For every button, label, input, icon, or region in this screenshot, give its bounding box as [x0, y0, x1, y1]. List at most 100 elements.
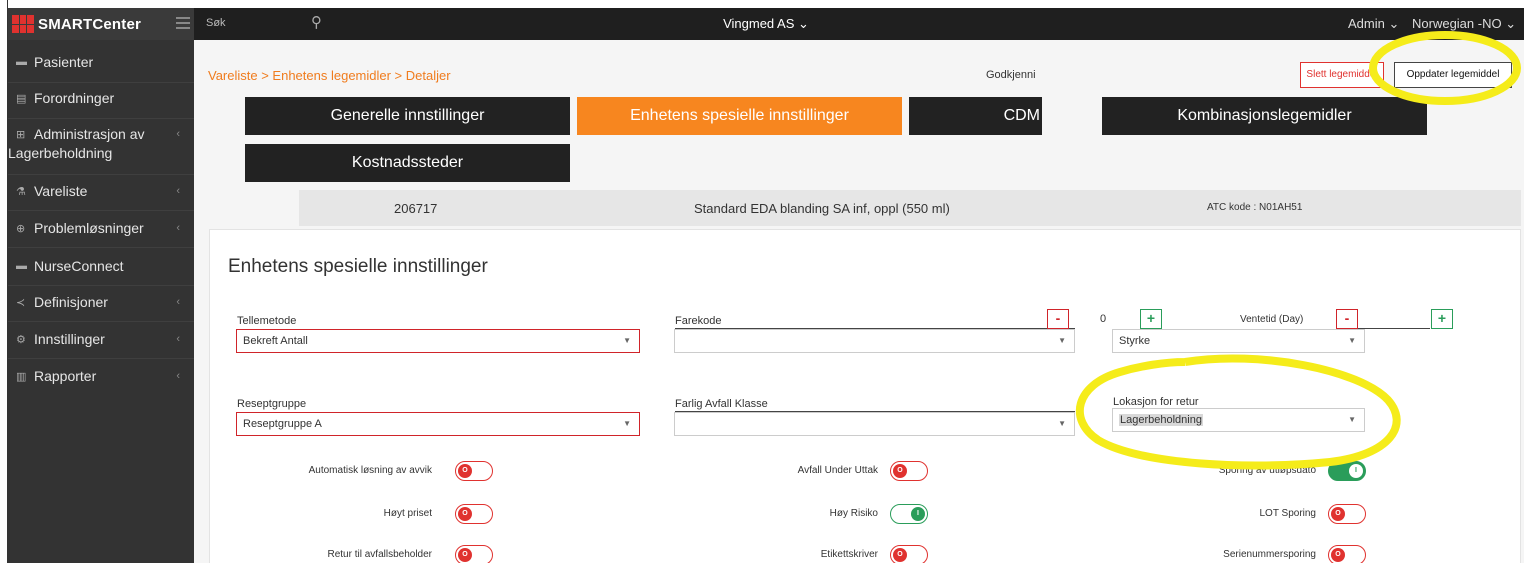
- stepper-plus-button[interactable]: +: [1140, 309, 1162, 329]
- atc-code: ATC kode : N01AH51: [1207, 202, 1303, 213]
- divider: [8, 358, 194, 359]
- sidebar-item-forordninger[interactable]: ▤ Forordninger: [8, 90, 194, 106]
- high-priced-toggle[interactable]: O: [455, 504, 493, 524]
- sidebar-item-problemlosninger[interactable]: ⊕ Problemløsninger ‹: [8, 220, 194, 236]
- sidebar-item-pasienter[interactable]: ▬ Pasienter: [8, 54, 194, 70]
- bar-chart-icon: ▥: [16, 371, 27, 383]
- left-edge: [0, 0, 8, 563]
- toggle-knob: O: [893, 464, 907, 478]
- ventetid-plus-button[interactable]: +: [1431, 309, 1453, 329]
- auto-deviation-toggle[interactable]: O: [455, 461, 493, 481]
- gear-icon: ⚙: [16, 334, 26, 346]
- divider: [8, 210, 194, 211]
- brand-logo-icon: [12, 15, 34, 33]
- toggle-label: Etikettskriver: [820, 549, 878, 560]
- label-printer-toggle[interactable]: O: [890, 545, 928, 563]
- sidebar-item-vareliste[interactable]: ⚗ Vareliste ‹: [8, 183, 194, 199]
- chevron-left-icon: ‹: [176, 333, 180, 345]
- tellemetode-label: Tellemetode: [237, 315, 297, 327]
- sidebar-item-rapporter[interactable]: ▥ Rapporter ‹: [8, 368, 194, 384]
- stepper-value[interactable]: 0: [1100, 313, 1106, 325]
- ventetid-minus-button[interactable]: -: [1336, 309, 1358, 329]
- sidebar: ▬ Pasienter ▤ Forordninger ⊞ Administras…: [8, 40, 194, 563]
- sidebar-item-nurseconnect[interactable]: ▬ NurseConnect: [8, 258, 194, 274]
- tab-cdm[interactable]: CDM: [909, 97, 1042, 135]
- lot-tracking-toggle[interactable]: O: [1328, 504, 1366, 524]
- lokasjon-select[interactable]: Lagerbeholdning ▼: [1112, 408, 1365, 432]
- patient-icon: ▬: [16, 56, 27, 68]
- chevron-left-icon: ‹: [176, 185, 180, 197]
- serial-tracking-toggle[interactable]: O: [1328, 545, 1366, 563]
- crosshair-icon: ⊕: [16, 223, 26, 235]
- document-icon: ▤: [16, 93, 27, 105]
- farekode-label: Farekode: [675, 315, 722, 327]
- sidebar-item-label: NurseConnect: [34, 258, 124, 274]
- farlig-avfall-select[interactable]: ▼: [674, 412, 1075, 436]
- hamburger-menu-icon[interactable]: [176, 17, 190, 29]
- farekode-select[interactable]: ▼: [674, 329, 1075, 353]
- sidebar-item-label: Definisjoner: [34, 294, 108, 310]
- chevron-left-icon: ‹: [176, 222, 180, 234]
- toggle-label: Høy Risiko: [829, 508, 878, 519]
- lokasjon-value: Lagerbeholdning: [1119, 414, 1203, 426]
- language-dropdown[interactable]: Norwegian -NO ⌄: [1412, 16, 1516, 32]
- sidebar-item-label: Administrasjon av: [34, 126, 145, 142]
- tellemetode-value: Bekreft Antall: [243, 335, 308, 347]
- update-medication-button[interactable]: Oppdater legemiddel: [1394, 62, 1512, 88]
- return-to-waste-toggle[interactable]: O: [455, 545, 493, 563]
- chevron-left-icon: ‹: [176, 370, 180, 382]
- stepper-minus-button[interactable]: -: [1047, 309, 1069, 329]
- tab-cost-centers[interactable]: Kostnadssteder: [245, 144, 570, 182]
- divider: [8, 118, 194, 119]
- high-risk-toggle[interactable]: I: [890, 504, 928, 524]
- approval-label: Godkjenni: [986, 69, 1036, 81]
- toggle-knob: O: [458, 507, 472, 521]
- breadcrumb[interactable]: Vareliste > Enhetens legemidler > Detalj…: [208, 68, 451, 83]
- toggle-label: Automatisk løsning av avvik: [308, 465, 432, 476]
- flask-icon: ⚗: [16, 186, 26, 198]
- caret-down-icon: ▼: [1058, 419, 1066, 428]
- brand[interactable]: SMARTCenter: [8, 8, 194, 40]
- divider: [8, 321, 194, 322]
- toggle-label: Sporing av utløpsdato: [1218, 465, 1316, 476]
- expiry-tracking-toggle[interactable]: I: [1328, 461, 1366, 481]
- styrke-select[interactable]: Styrke ▼: [1112, 329, 1365, 353]
- caret-down-icon: ▼: [623, 419, 631, 428]
- organization-dropdown[interactable]: Vingmed AS ⌄: [723, 16, 809, 31]
- lokasjon-label: Lokasjon for retur: [1113, 396, 1199, 408]
- toggle-label: Serienummersporing: [1223, 549, 1316, 560]
- search-icon[interactable]: ⚲: [311, 13, 322, 31]
- share-icon: ≺: [16, 297, 26, 309]
- toggle-label: Avfall Under Uttak: [797, 465, 878, 476]
- caret-down-icon: ▼: [1348, 336, 1356, 345]
- toggle-knob: O: [1331, 507, 1345, 521]
- reseptgruppe-label: Reseptgruppe: [237, 398, 307, 410]
- reseptgruppe-select[interactable]: Reseptgruppe A ▼: [236, 412, 640, 436]
- divider: [8, 174, 194, 175]
- toggle-knob: I: [1349, 464, 1363, 478]
- tab-general-settings[interactable]: Generelle innstillinger: [245, 97, 570, 135]
- divider: [8, 82, 194, 83]
- tab-unit-special-settings[interactable]: Enhetens spesielle innstillinger: [577, 97, 902, 135]
- delete-medication-button[interactable]: Slett legemiddel: [1300, 62, 1384, 88]
- caret-down-icon: ▼: [623, 336, 631, 345]
- sidebar-item-label: Innstillinger: [34, 331, 105, 347]
- chevron-left-icon: ‹: [176, 128, 180, 140]
- search-input[interactable]: Søk: [206, 17, 226, 29]
- admin-dropdown[interactable]: Admin ⌄: [1348, 16, 1399, 32]
- toggle-knob: O: [458, 464, 472, 478]
- tab-combination-medications[interactable]: Kombinasjonslegemidler: [1102, 97, 1427, 135]
- sidebar-item-administrasjon[interactable]: ⊞ Administrasjon av Lagerbeholdning ‹: [8, 126, 194, 161]
- sidebar-item-definisjoner[interactable]: ≺ Definisjoner ‹: [8, 294, 194, 310]
- toggle-label: Høyt priset: [383, 508, 432, 519]
- sidebar-item-label: Problemløsninger: [34, 220, 144, 236]
- sidebar-item-label: Vareliste: [34, 183, 88, 199]
- ventetid-underline: [1358, 328, 1430, 329]
- app-window: SMARTCenter Søk ⚲ Vingmed AS ⌄ Admin ⌄ N…: [0, 0, 1524, 563]
- waste-during-withdrawal-toggle[interactable]: O: [890, 461, 928, 481]
- sidebar-item-innstillinger[interactable]: ⚙ Innstillinger ‹: [8, 331, 194, 347]
- farlig-avfall-label: Farlig Avfall Klasse: [675, 398, 768, 410]
- tellemetode-select[interactable]: Bekreft Antall ▼: [236, 329, 640, 353]
- brand-name: SMARTCenter: [38, 15, 142, 33]
- toggle-label: LOT Sporing: [1259, 508, 1316, 519]
